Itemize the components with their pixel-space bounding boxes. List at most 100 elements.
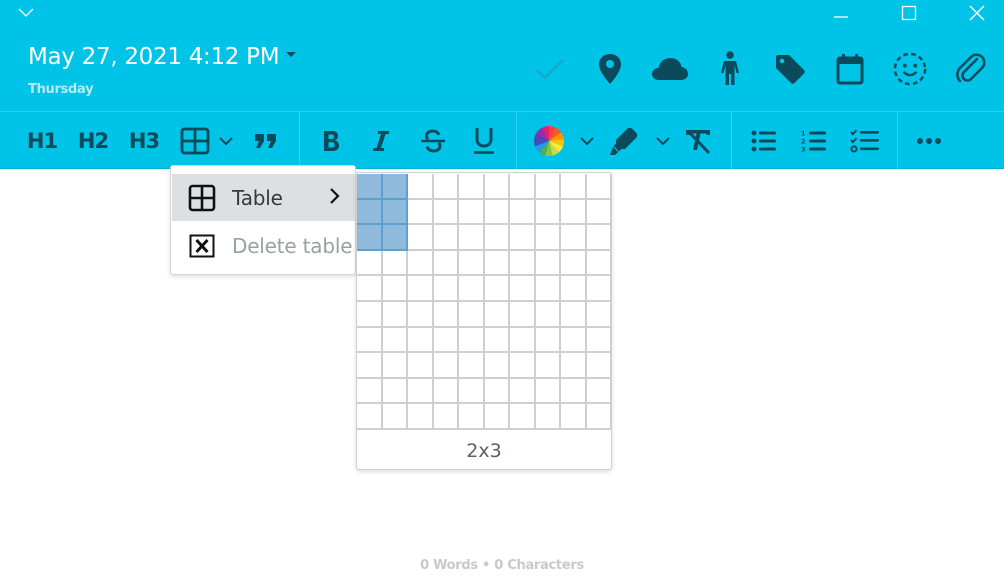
table-dropdown-button[interactable] <box>177 124 237 158</box>
grid-cell[interactable] <box>408 250 434 277</box>
grid-cell[interactable] <box>535 327 561 354</box>
entry-datetime[interactable]: May 27, 2021 4:12 PM <box>28 44 297 70</box>
grid-cell[interactable] <box>459 404 485 430</box>
grid-cell[interactable] <box>484 199 510 226</box>
grid-cell[interactable] <box>459 250 485 277</box>
clear-format-button[interactable] <box>684 124 712 158</box>
grid-cell[interactable] <box>357 404 383 430</box>
grid-cell[interactable] <box>535 276 561 302</box>
grid-cell[interactable] <box>408 404 434 430</box>
attachment-button[interactable] <box>954 52 988 86</box>
grid-cell[interactable] <box>433 378 459 405</box>
grid-cell[interactable] <box>586 327 612 354</box>
grid-cell[interactable] <box>510 225 536 251</box>
strikethrough-button[interactable] <box>419 124 447 158</box>
grid-cell[interactable] <box>357 378 383 405</box>
grid-cell[interactable] <box>510 302 536 328</box>
grid-cell[interactable] <box>357 302 383 328</box>
grid-cell[interactable] <box>586 276 612 302</box>
grid-cell[interactable] <box>535 404 561 430</box>
checklist-button[interactable] <box>849 124 881 158</box>
grid-cell[interactable] <box>357 250 383 277</box>
grid-cell[interactable] <box>535 199 561 226</box>
grid-cell[interactable] <box>459 276 485 302</box>
grid-cell[interactable] <box>561 250 587 277</box>
grid-cell[interactable] <box>535 353 561 379</box>
grid-cell[interactable] <box>459 378 485 405</box>
grid-cell[interactable] <box>382 327 408 354</box>
grid-cell[interactable] <box>484 276 510 302</box>
grid-cell[interactable] <box>586 302 612 328</box>
collapse-button[interactable] <box>18 5 38 21</box>
grid-cell[interactable] <box>408 302 434 328</box>
grid-cell[interactable] <box>357 276 383 302</box>
grid-cell[interactable] <box>459 302 485 328</box>
grid-cell[interactable] <box>433 327 459 354</box>
grid-cell[interactable] <box>433 199 459 226</box>
grid-cell[interactable] <box>459 199 485 226</box>
quote-button[interactable] <box>254 124 278 158</box>
grid-cell[interactable] <box>433 276 459 302</box>
grid-cell[interactable] <box>561 353 587 379</box>
grid-cell[interactable] <box>535 225 561 251</box>
grid-cell[interactable] <box>484 353 510 379</box>
grid-cell[interactable] <box>408 174 434 200</box>
grid-cell[interactable] <box>510 174 536 200</box>
heading-3-button[interactable]: H3 <box>126 124 162 158</box>
grid-cell[interactable] <box>382 225 408 251</box>
grid-cell[interactable] <box>484 302 510 328</box>
grid-cell[interactable] <box>484 225 510 251</box>
grid-cell[interactable] <box>535 250 561 277</box>
grid-cell[interactable] <box>408 276 434 302</box>
highlight-dropdown[interactable] <box>608 124 672 158</box>
grid-cell[interactable] <box>561 199 587 226</box>
grid-cell[interactable] <box>510 199 536 226</box>
heading-2-button[interactable]: H2 <box>76 124 110 158</box>
grid-cell[interactable] <box>382 302 408 328</box>
grid-cell[interactable] <box>510 353 536 379</box>
grid-cell[interactable] <box>510 378 536 405</box>
italic-button[interactable] <box>368 124 394 158</box>
grid-cell[interactable] <box>535 174 561 200</box>
grid-cell[interactable] <box>561 327 587 354</box>
grid-cell[interactable] <box>408 199 434 226</box>
grid-cell[interactable] <box>484 250 510 277</box>
date-button[interactable] <box>833 52 867 86</box>
grid-cell[interactable] <box>561 378 587 405</box>
grid-cell[interactable] <box>484 378 510 405</box>
grid-cell[interactable] <box>382 353 408 379</box>
grid-cell[interactable] <box>484 174 510 200</box>
weather-button[interactable] <box>651 52 689 86</box>
grid-cell[interactable] <box>459 225 485 251</box>
grid-cell[interactable] <box>357 225 383 251</box>
grid-cell[interactable] <box>586 250 612 277</box>
grid-cell[interactable] <box>382 378 408 405</box>
close-button[interactable] <box>954 0 1000 26</box>
more-button[interactable] <box>914 124 944 158</box>
grid-cell[interactable] <box>382 199 408 226</box>
grid-cell[interactable] <box>433 225 459 251</box>
grid-cell[interactable] <box>382 174 408 200</box>
grid-cell[interactable] <box>510 327 536 354</box>
grid-cell[interactable] <box>433 353 459 379</box>
grid-cell[interactable] <box>484 327 510 354</box>
grid-cell[interactable] <box>382 250 408 277</box>
grid-cell[interactable] <box>459 174 485 200</box>
bullet-list-button[interactable] <box>750 124 778 158</box>
location-button[interactable] <box>593 52 627 86</box>
grid-cell[interactable] <box>535 302 561 328</box>
grid-cell[interactable] <box>357 327 383 354</box>
grid-cell[interactable] <box>459 327 485 354</box>
grid-cell[interactable] <box>433 250 459 277</box>
grid-cell[interactable] <box>561 276 587 302</box>
done-button[interactable] <box>533 52 567 86</box>
menu-item-table[interactable]: Table <box>172 174 355 221</box>
grid-cell[interactable] <box>459 353 485 379</box>
grid-cell[interactable] <box>586 199 612 226</box>
minimize-button[interactable] <box>818 0 864 26</box>
grid-cell[interactable] <box>382 276 408 302</box>
grid-cell[interactable] <box>510 404 536 430</box>
grid-cell[interactable] <box>484 404 510 430</box>
grid-cell[interactable] <box>535 378 561 405</box>
grid-cell[interactable] <box>408 225 434 251</box>
